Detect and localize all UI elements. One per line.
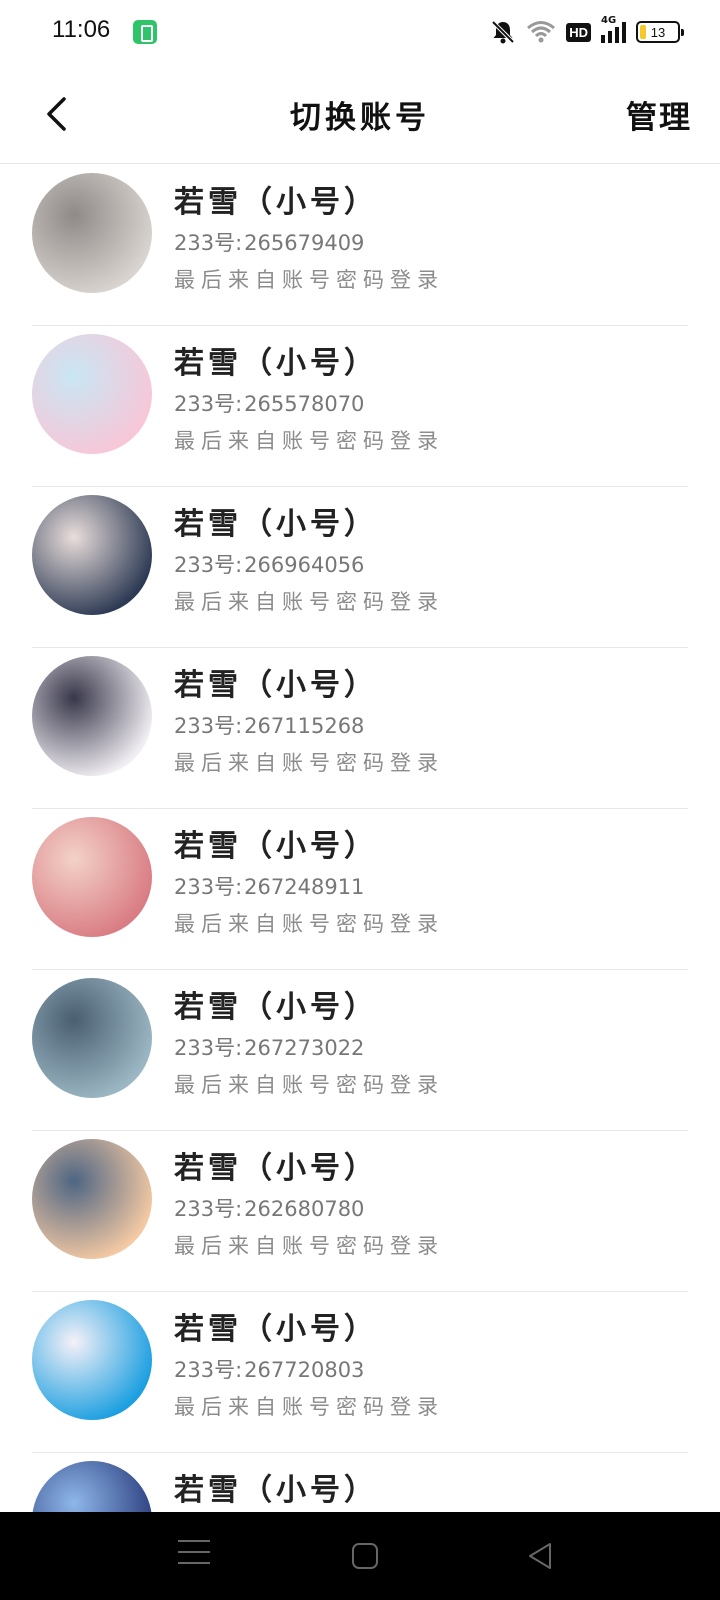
account-row[interactable]: 若雪（小号） 233号:267720803 最后来自账号密码登录 xyxy=(0,1292,720,1453)
last-login-method: 最后来自账号密码登录 xyxy=(174,912,444,936)
account-name: 若雪（小号） xyxy=(174,990,378,1025)
account-name: 若雪（小号） xyxy=(174,185,378,220)
account-row[interactable]: 若雪（小号） 233号:265578070 最后来自账号密码登录 xyxy=(0,326,720,487)
status-time: 11:06 xyxy=(52,16,111,43)
account-row[interactable]: 若雪（小号） xyxy=(0,1453,720,1512)
account-uid-prefix: 233号: xyxy=(174,553,243,577)
battery-saver-icon xyxy=(133,20,157,44)
account-uid-prefix: 233号: xyxy=(174,231,243,255)
account-row[interactable]: 若雪（小号） 233号:262680780 最后来自账号密码登录 xyxy=(0,1131,720,1292)
avatar xyxy=(32,173,152,293)
last-login-method: 最后来自账号密码登录 xyxy=(174,590,444,614)
avatar xyxy=(32,1461,152,1512)
account-uid: 233号:265679409 xyxy=(174,227,364,257)
avatar xyxy=(32,978,152,1098)
account-row[interactable]: 若雪（小号） 233号:266964056 最后来自账号密码登录 xyxy=(0,487,720,648)
account-row[interactable]: 若雪（小号） 233号:265679409 最后来自账号密码登录 xyxy=(0,165,720,326)
account-row[interactable]: 若雪（小号） 233号:267115268 最后来自账号密码登录 xyxy=(0,648,720,809)
account-uid-number: 265578070 xyxy=(244,392,365,416)
account-uid-prefix: 233号: xyxy=(174,1197,243,1221)
account-uid: 233号:267248911 xyxy=(174,871,364,901)
status-icons: HD 4G 13 xyxy=(490,15,684,46)
account-name: 若雪（小号） xyxy=(174,346,378,381)
account-name: 若雪（小号） xyxy=(174,507,378,542)
account-name: 若雪（小号） xyxy=(174,1151,378,1186)
account-uid: 233号:262680780 xyxy=(174,1193,364,1223)
manage-button[interactable]: 管理 xyxy=(626,92,692,137)
account-uid-number: 262680780 xyxy=(244,1197,365,1221)
account-row[interactable]: 若雪（小号） 233号:267248911 最后来自账号密码登录 xyxy=(0,809,720,970)
account-uid-number: 267720803 xyxy=(244,1358,365,1382)
account-list: 若雪（小号） 233号:265679409 最后来自账号密码登录 若雪（小号） … xyxy=(0,165,720,1512)
account-uid-prefix: 233号: xyxy=(174,392,243,416)
avatar xyxy=(32,656,152,776)
avatar xyxy=(32,1139,152,1259)
account-uid: 233号:266964056 xyxy=(174,549,364,579)
avatar xyxy=(32,817,152,937)
account-uid: 233号:267273022 xyxy=(174,1032,364,1062)
account-name: 若雪（小号） xyxy=(174,1312,378,1347)
last-login-method: 最后来自账号密码登录 xyxy=(174,1234,444,1258)
account-uid: 233号:267720803 xyxy=(174,1354,364,1384)
account-uid-number: 267248911 xyxy=(244,875,365,899)
network-type-label: 4G xyxy=(601,15,617,26)
account-name: 若雪（小号） xyxy=(174,668,378,703)
status-bar: 11:06 HD 4G 13 xyxy=(0,0,720,64)
header: 切换账号 管理 xyxy=(0,64,720,164)
battery-icon: 13 xyxy=(636,21,684,43)
avatar xyxy=(32,495,152,615)
system-nav-bar xyxy=(0,1512,720,1600)
wifi-icon xyxy=(527,21,556,43)
last-login-method: 最后来自账号密码登录 xyxy=(174,1073,444,1097)
account-row[interactable]: 若雪（小号） 233号:267273022 最后来自账号密码登录 xyxy=(0,970,720,1131)
avatar xyxy=(32,1300,152,1420)
last-login-method: 最后来自账号密码登录 xyxy=(174,1395,444,1419)
mute-bell-icon xyxy=(491,20,515,44)
account-uid-number: 267115268 xyxy=(244,714,365,738)
home-square-icon[interactable] xyxy=(352,1543,378,1569)
menu-icon[interactable] xyxy=(178,1540,210,1572)
last-login-method: 最后来自账号密码登录 xyxy=(174,429,444,453)
battery-level: 13 xyxy=(650,24,666,40)
signal-icon: 4G xyxy=(601,15,626,43)
account-uid-prefix: 233号: xyxy=(174,1358,243,1382)
account-uid-prefix: 233号: xyxy=(174,714,243,738)
hd-badge: HD xyxy=(566,22,591,42)
account-uid: 233号:265578070 xyxy=(174,388,364,418)
last-login-method: 最后来自账号密码登录 xyxy=(174,268,444,292)
avatar xyxy=(32,334,152,454)
account-uid-number: 267273022 xyxy=(244,1036,365,1060)
account-uid-prefix: 233号: xyxy=(174,875,243,899)
last-login-method: 最后来自账号密码登录 xyxy=(174,751,444,775)
account-uid-number: 266964056 xyxy=(244,553,365,577)
account-name: 若雪（小号） xyxy=(174,829,378,864)
back-triangle-icon[interactable] xyxy=(524,1540,556,1572)
account-uid-prefix: 233号: xyxy=(174,1036,243,1060)
account-name: 若雪（小号） xyxy=(174,1473,378,1508)
page-title: 切换账号 xyxy=(290,100,430,136)
account-uid: 233号:267115268 xyxy=(174,710,364,740)
account-uid-number: 265679409 xyxy=(244,231,365,255)
